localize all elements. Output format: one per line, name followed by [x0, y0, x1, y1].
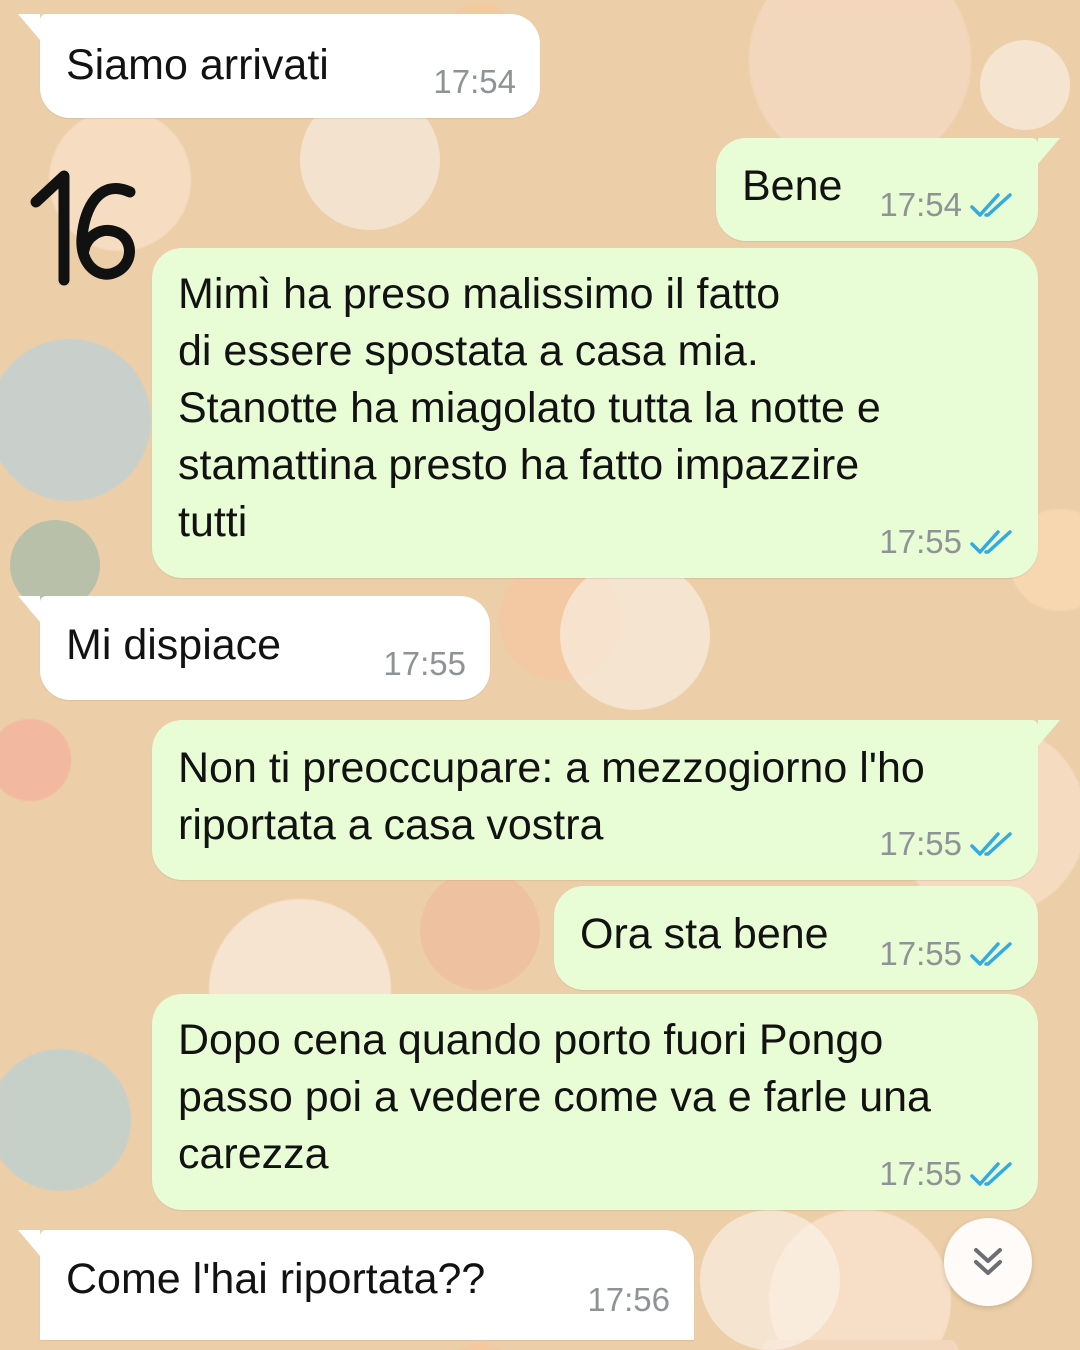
message-text: Come l'hai riportata?? [66, 1255, 486, 1303]
message-time: 17:55 [879, 523, 962, 560]
message-meta: 17:56 [587, 1282, 670, 1318]
bubble-tail [18, 14, 40, 40]
message-time: 17:54 [433, 63, 516, 100]
message-text: Ora sta bene [580, 910, 829, 958]
message-meta: 17:54 [433, 64, 516, 100]
double-check-icon [970, 832, 1012, 856]
bubble-tail [1038, 138, 1060, 164]
message-meta: 17:55 [383, 646, 466, 682]
double-check-icon [970, 942, 1012, 966]
message-bubble-incoming[interactable]: Siamo arrivati 17:54 [18, 14, 540, 118]
bubble-tail [18, 596, 40, 622]
message-bubble-outgoing[interactable]: Bene 17:54 [716, 138, 1060, 241]
message-text: Bene [742, 162, 843, 210]
message-bubble-outgoing[interactable]: Non ti preoccupare: a mezzogiorno l'ho r… [152, 720, 1060, 880]
message-meta: 17:55 [879, 936, 1014, 972]
message-meta: 17:55 [879, 826, 1014, 862]
message-text: Mi dispiace [66, 621, 282, 669]
message-bubble-incoming[interactable]: Mi dispiace 17:55 [18, 596, 490, 700]
message-time: 17:54 [879, 186, 962, 223]
double-check-icon [970, 530, 1012, 554]
message-bubble-outgoing[interactable]: Ora sta bene 17:55 [554, 886, 1038, 990]
handwritten-number-annotation [30, 170, 136, 286]
message-text: Non ti preoccupare: a mezzogiorno l'ho r… [178, 744, 925, 849]
bubble-tail [18, 1230, 40, 1256]
background-flower [560, 560, 710, 710]
message-time: 17:55 [879, 825, 962, 862]
message-bubble-outgoing[interactable]: Dopo cena quando porto fuori Pongo passo… [152, 994, 1038, 1210]
scroll-to-bottom-button[interactable] [944, 1218, 1032, 1306]
message-bubble-incoming[interactable]: Come l'hai riportata?? 17:56 [18, 1230, 694, 1340]
background-flower [700, 1210, 840, 1350]
background-flower [420, 870, 540, 990]
message-meta: 17:55 [879, 524, 1014, 560]
message-meta: 17:55 [879, 1156, 1014, 1192]
double-check-icon [970, 193, 1012, 217]
message-time: 17:55 [879, 1155, 962, 1192]
message-text: Siamo arrivati [66, 41, 329, 89]
message-text: Mimì ha preso malissimo il fatto di esse… [178, 270, 881, 546]
message-time: 17:55 [879, 935, 962, 972]
message-time: 17:55 [383, 645, 466, 682]
message-text: Dopo cena quando porto fuori Pongo passo… [178, 1016, 931, 1178]
double-check-icon [970, 1162, 1012, 1186]
message-meta: 17:54 [879, 187, 1014, 223]
bubble-tail [1038, 720, 1060, 746]
chevrons-down-icon [974, 1248, 1002, 1275]
message-time: 17:56 [587, 1281, 670, 1318]
background-flower [980, 40, 1070, 130]
message-bubble-outgoing[interactable]: Mimì ha preso malissimo il fatto di esse… [152, 248, 1038, 578]
